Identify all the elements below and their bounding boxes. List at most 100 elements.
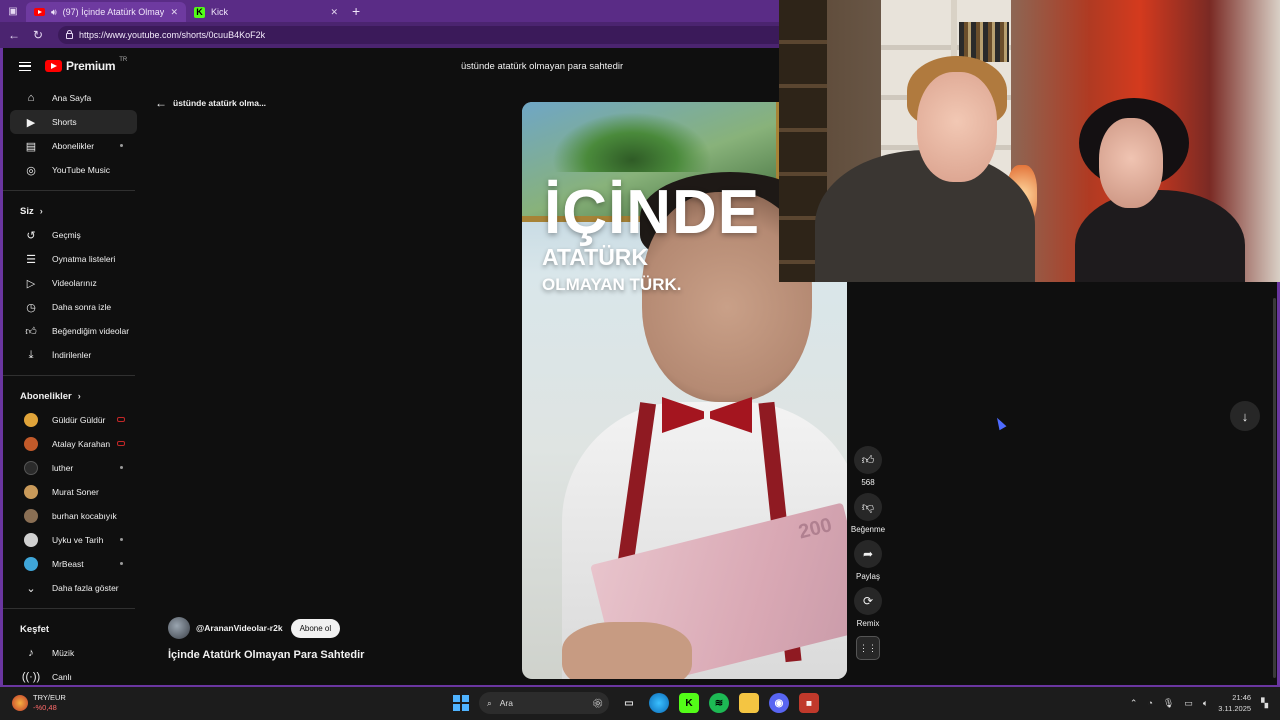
subscribe-button[interactable]: Abone ol (290, 618, 341, 638)
video-caption-small: OLMAYAN TÜRK. (542, 275, 682, 294)
clock[interactable]: 21:46 3.11.2025 (1218, 692, 1251, 714)
shorts-icon: ▶︎ (26, 116, 36, 129)
sidebar-item-subscription[interactable]: Uyku ve Tarih (10, 528, 137, 552)
discord-tray-icon[interactable]: ◔ (1147, 698, 1152, 708)
sidebar-item-subscription[interactable]: burhan kocabıyık (10, 504, 137, 528)
video-caption-big: İÇİNDE (544, 178, 761, 247)
share-icon: ➦ (862, 547, 874, 561)
scrollbar[interactable] (1273, 298, 1276, 678)
currency-widget[interactable]: TRY/EUR -%0,48 (12, 693, 66, 713)
subscriptions-icon: ▤ (25, 140, 37, 153)
heading-label: Siz (20, 205, 34, 217)
sidebar-item-label: Güldür Güldür (52, 415, 106, 425)
app-icon[interactable]: ▦ (799, 693, 819, 713)
dislike-button[interactable]: 👎︎ (854, 493, 882, 521)
audio-icon[interactable]: 🔊︎ (51, 7, 57, 18)
task-view-icon[interactable]: ▭ (619, 693, 639, 713)
new-tab-button[interactable]: + (352, 3, 360, 19)
currency-pair: TRY/EUR (33, 693, 66, 702)
reload-icon[interactable]: ↻ (30, 28, 46, 42)
tab-youtube[interactable]: 🔊︎ (97) İçinde Atatürk Olmayan... ✕ (26, 2, 186, 22)
sidebar-item-subscriptions[interactable]: ▤ Abonelikler (10, 134, 137, 158)
remix-button[interactable]: ⟳ (854, 587, 882, 615)
sidebar-item-subscription[interactable]: Atalay Karahan (10, 432, 137, 456)
sidebar-item-home[interactable]: ⌂ Ana Sayfa (10, 86, 137, 110)
taskbar-search[interactable]: ⌕ Ara 🌼︎ (479, 692, 609, 714)
close-icon[interactable]: ✕ (170, 7, 178, 18)
sidebar-item-playlists[interactable]: ☰ Oynatma listeleri (10, 247, 137, 271)
file-explorer-icon[interactable] (739, 693, 759, 713)
liked-icon: 👍︎ (25, 325, 37, 338)
sidebar-heading-subscriptions[interactable]: Abonelikler › (3, 384, 141, 408)
sidebar-item-label: Daha sonra izle (52, 302, 112, 312)
video-caption-mid: ATATÜRK (542, 244, 649, 270)
kick-app-icon[interactable]: K (679, 693, 699, 713)
sidebar-item-your-videos[interactable]: ▷ Videolarınız (10, 271, 137, 295)
back-to-search[interactable]: ← üstünde atatürk olma... (155, 96, 266, 110)
show-more-button[interactable]: ⌄ Daha fazla göster (10, 576, 137, 600)
chevron-right-icon: › (39, 206, 43, 216)
network-icon[interactable]: ▭ (1184, 698, 1193, 709)
downloads-icon: ⤓ (28, 348, 34, 361)
live-indicator-icon (117, 417, 125, 422)
music-note-icon: ♪ (28, 647, 34, 659)
heading-label: Abonelikler (20, 390, 72, 402)
share-button[interactable]: ➦ (854, 540, 882, 568)
hand (562, 622, 692, 679)
heading-label: Keşfet (20, 623, 50, 635)
youtube-logo[interactable]: Premium TR (45, 57, 127, 73)
channel-avatar[interactable] (168, 617, 190, 639)
history-icon: ↺ (26, 229, 36, 242)
sidebar-item-downloads[interactable]: ⤓ İndirilenler (10, 343, 137, 367)
tab-menu-icon[interactable]: ▣ (0, 0, 26, 22)
microphone-icon[interactable]: 🎙︎ (1163, 698, 1174, 709)
close-icon[interactable]: ✕ (330, 7, 338, 18)
windows-start-icon[interactable] (453, 695, 469, 711)
taskbar-apps: ⌕ Ara 🌼︎ ▭ K ≋ ◉ ▦ (453, 692, 819, 714)
sidebar-item-subscription[interactable]: Murat Soner (10, 480, 137, 504)
your-videos-icon: ▷ (26, 277, 36, 290)
divider (3, 190, 135, 191)
avatar (24, 509, 38, 523)
remix-icon: ⟳ (862, 594, 874, 608)
sidebar-item-watch-later[interactable]: ◷ Daha sonra izle (10, 295, 137, 319)
sidebar-item-liked-videos[interactable]: 👍︎ Beğendiğim videolar (10, 319, 137, 343)
sidebar-item-music[interactable]: ♪ Müzik (10, 641, 137, 665)
like-button[interactable]: 👍︎ (854, 446, 882, 474)
sidebar-item-subscription[interactable]: MrBeast (10, 552, 137, 576)
sidebar-item-label: Beğendiğim videolar (52, 326, 130, 336)
like-action: 👍︎ 568 (854, 446, 882, 487)
edge-icon[interactable] (649, 693, 669, 713)
menu-icon[interactable] (19, 61, 31, 71)
sidebar-item-label: Shorts (52, 117, 77, 127)
lock-icon (66, 30, 73, 39)
guest-face (1099, 118, 1163, 208)
channel-name[interactable]: @ArananVideolar-r2k (196, 623, 283, 633)
url-field[interactable]: https://www.youtube.com/shorts/0cuuB4KoF… (58, 26, 788, 44)
sound-thumbnail-button[interactable]: ⋮⋮ (856, 636, 880, 660)
search-input[interactable]: üstünde atatürk olmayan para sahtedir (453, 55, 783, 77)
home-icon: ⌂ (27, 92, 35, 104)
url-text: https://www.youtube.com/shorts/0cuuB4KoF… (79, 30, 266, 40)
like-count: 568 (861, 478, 875, 487)
back-icon[interactable]: ← (6, 28, 22, 42)
sidebar-item-subscription[interactable]: Güldür Güldür (10, 408, 137, 432)
sidebar-item-youtube-music[interactable]: ◎ YouTube Music (10, 158, 137, 182)
new-content-dot (120, 144, 123, 147)
sidebar-heading-you[interactable]: Siz › (3, 199, 141, 223)
streamer-face (917, 72, 997, 182)
next-short-button[interactable]: ↓ (1230, 401, 1260, 431)
chevron-up-icon[interactable]: ⌃ (1130, 698, 1138, 709)
tab-title: Kick (211, 7, 229, 17)
video-title[interactable]: İçinde Atatürk Olmayan Para Sahtedir (168, 649, 364, 661)
sidebar-item-history[interactable]: ↺ Geçmiş (10, 223, 137, 247)
sidebar-item-shorts[interactable]: ▶︎ Shorts (10, 110, 137, 134)
tab-kick[interactable]: K Kick ✕ (186, 2, 346, 22)
currency-icon (12, 695, 28, 711)
new-content-dot (120, 538, 123, 541)
spotify-icon[interactable]: ≋ (709, 693, 729, 713)
sidebar-item-subscription[interactable]: luther (10, 456, 137, 480)
volume-icon[interactable]: 🔈︎ (1203, 698, 1208, 709)
discord-icon[interactable]: ◉ (769, 693, 789, 713)
notification-icon[interactable]: ▚ (1261, 698, 1268, 709)
